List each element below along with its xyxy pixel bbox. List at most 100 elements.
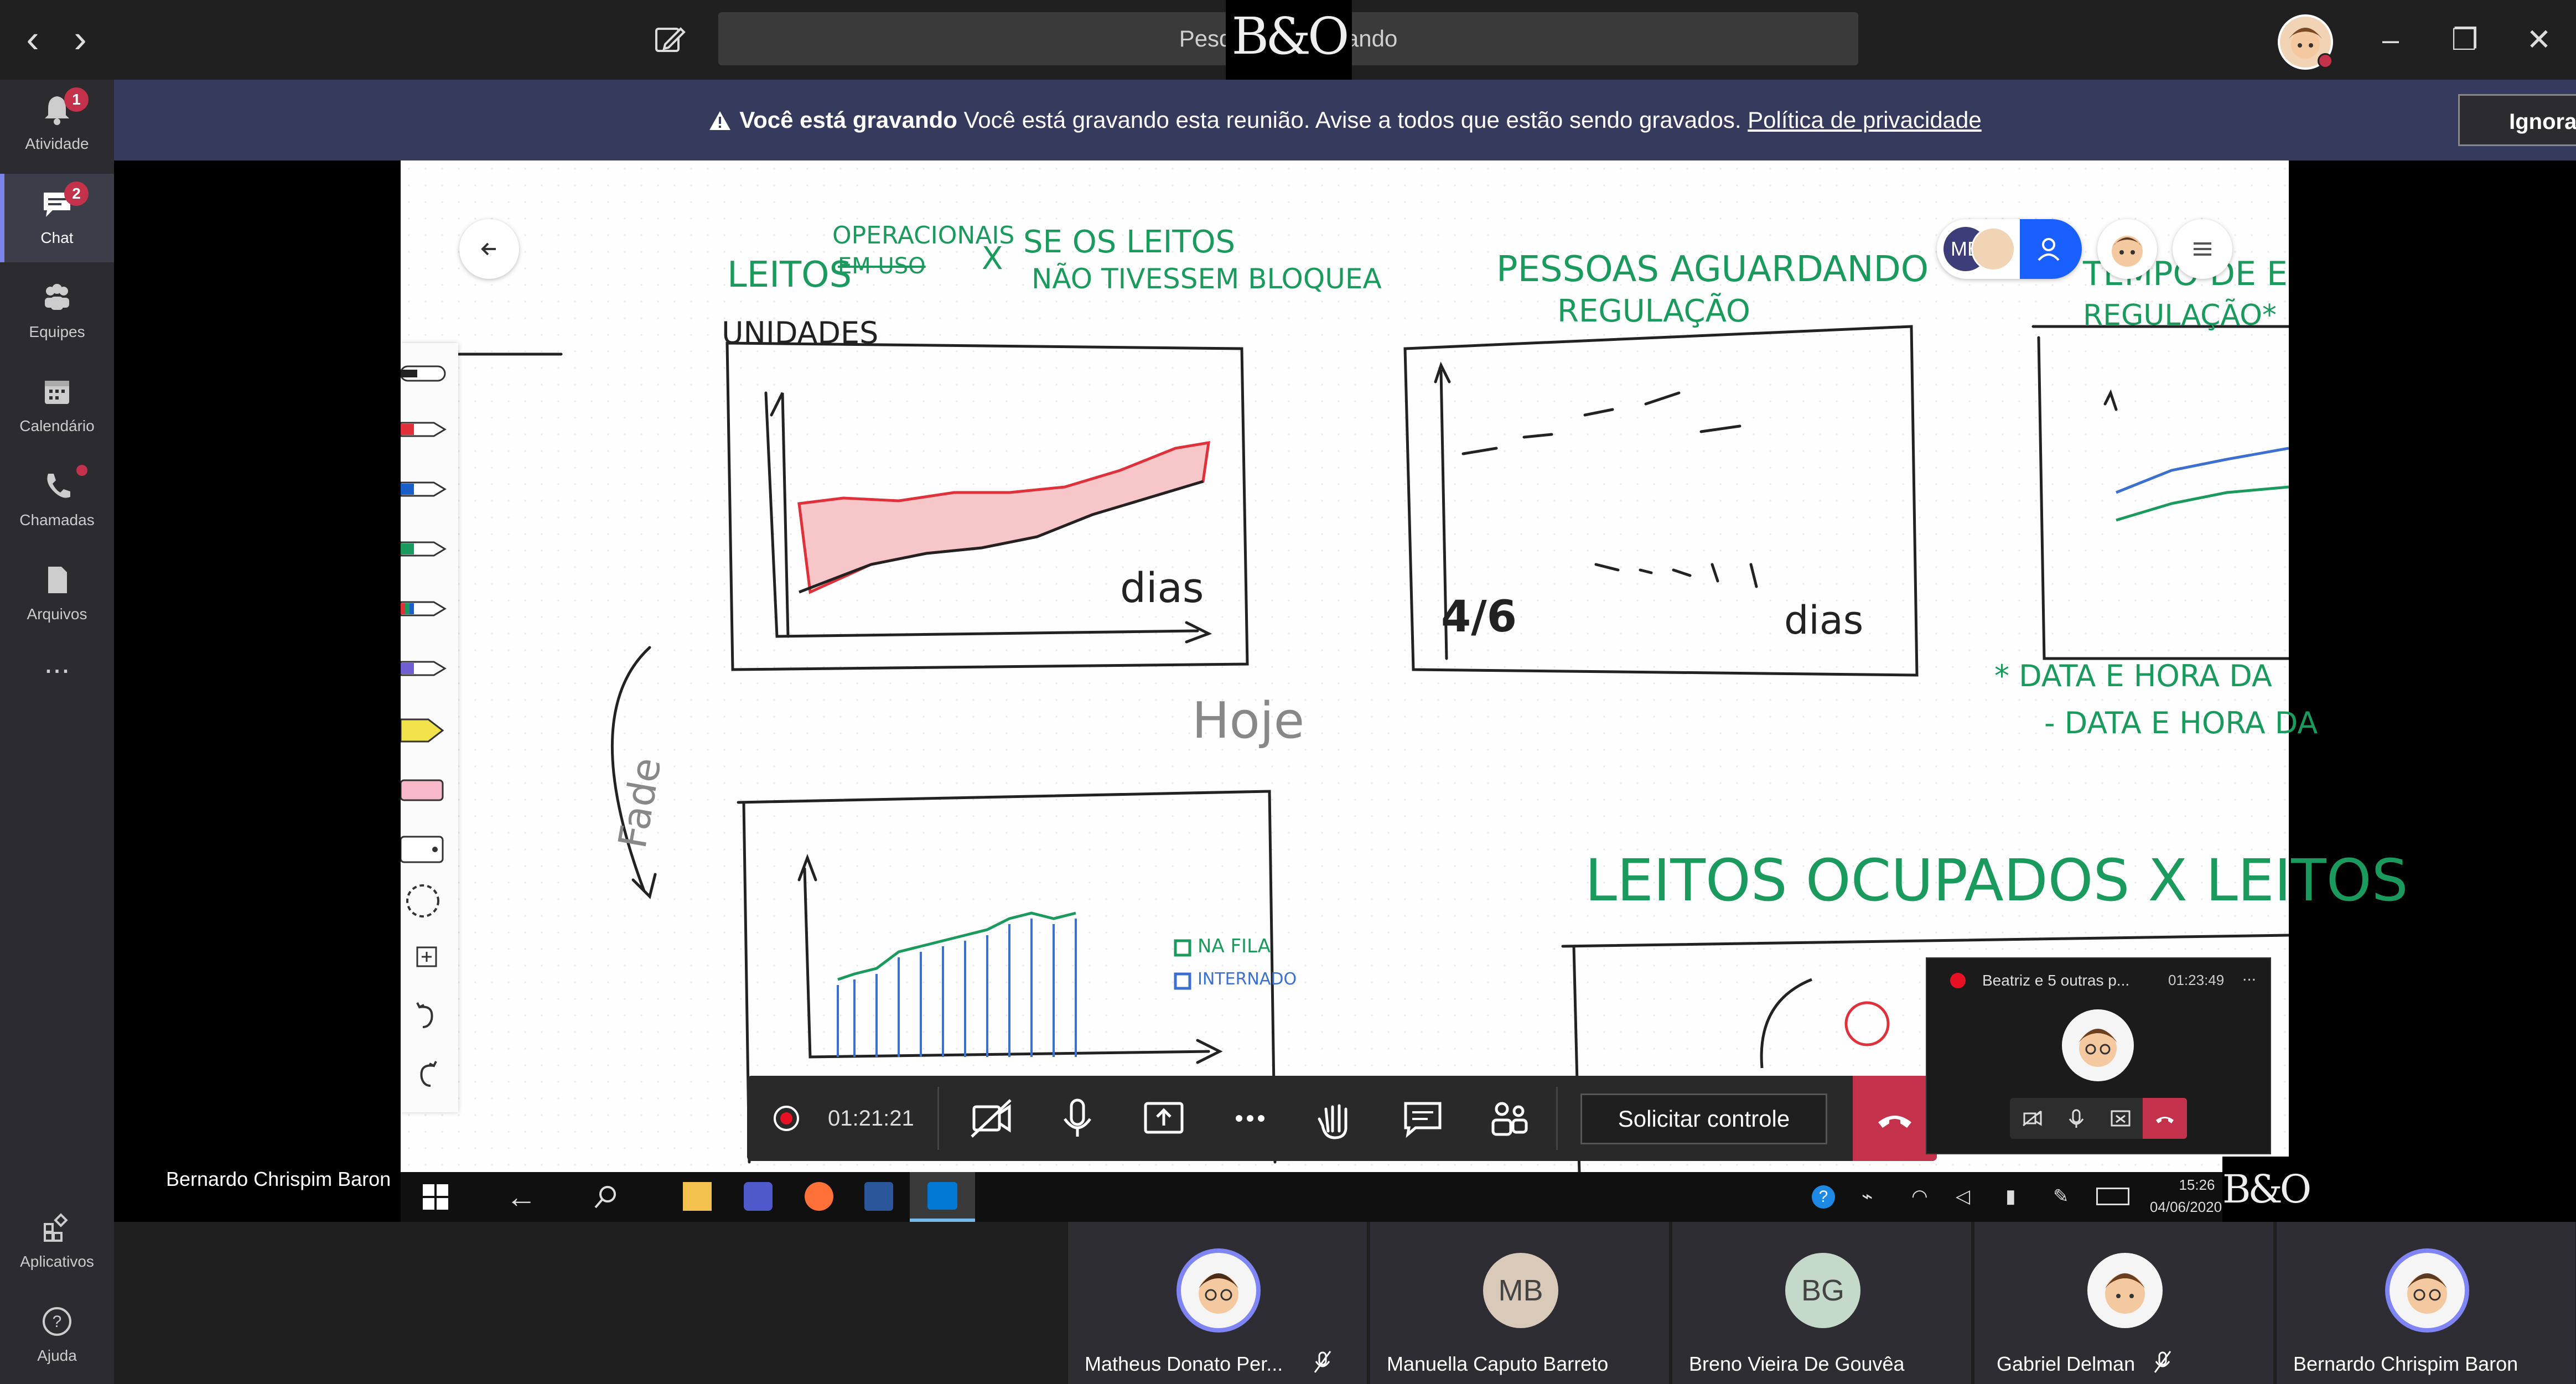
pen-purple-icon[interactable] xyxy=(400,661,447,676)
mini-stop-share-icon[interactable] xyxy=(2098,1098,2143,1139)
arrow-left-icon xyxy=(481,242,496,256)
eraser-icon[interactable] xyxy=(400,779,444,801)
highlighter-icon[interactable] xyxy=(400,718,444,743)
pen-red-icon[interactable] xyxy=(400,422,447,437)
privacy-policy-link[interactable]: Política de privacidade xyxy=(1748,107,1982,133)
whiteboard-app-icon xyxy=(927,1182,957,1210)
bo-corner-logo: B&O xyxy=(2222,1157,2311,1223)
ruler-icon[interactable] xyxy=(400,836,444,863)
more-actions-icon[interactable] xyxy=(1209,1076,1292,1161)
hang-up-icon xyxy=(1878,1116,1911,1128)
file-explorer-icon[interactable] xyxy=(683,1182,712,1211)
pen-blue-icon[interactable] xyxy=(400,481,447,497)
teams-taskbar-icon[interactable] xyxy=(744,1182,773,1211)
search-icon[interactable] xyxy=(592,1183,620,1211)
recording-banner: Você está gravando Você está gravando es… xyxy=(114,80,2576,160)
mini-call-more[interactable]: ... xyxy=(2242,966,2256,985)
calls-dot-icon xyxy=(76,465,87,476)
whiteboard-user-avatar[interactable] xyxy=(2097,219,2157,279)
share-screen-icon[interactable] xyxy=(1122,1076,1205,1161)
request-control-button[interactable]: Solicitar controle xyxy=(1580,1093,1827,1144)
whiteboard-taskbar-item[interactable] xyxy=(910,1172,975,1222)
sidebar-item-label: Chamadas xyxy=(19,511,95,528)
mic-muted-icon xyxy=(2154,1351,2171,1373)
participant-tile[interactable]: MB Manuella Caputo Barreto xyxy=(1370,1222,1669,1384)
participant-tile[interactable]: Gabriel Delman xyxy=(1974,1222,2273,1384)
sidebar-item-chat[interactable]: 2 Chat xyxy=(0,174,114,262)
collaborator-photo xyxy=(1971,227,2015,271)
note-nao-tivessem: NÃO TIVESSEM BLOQUEA xyxy=(1032,263,1382,295)
mini-hang-up-button[interactable] xyxy=(2143,1098,2187,1139)
conversation-icon[interactable] xyxy=(1381,1076,1464,1161)
call-timer: 01:21:21 xyxy=(828,1106,914,1131)
participant-name: Matheus Donato Per... xyxy=(1085,1352,1283,1375)
sidebar-item-more[interactable]: ... xyxy=(0,644,114,699)
user-avatar[interactable] xyxy=(2278,14,2333,70)
note-leitos-ocupados: LEITOS OCUPADOS X LEITOS xyxy=(1585,847,2408,914)
sidebar-item-calendario[interactable]: Calendário xyxy=(0,362,114,450)
whiteboard-collaborators[interactable]: MB xyxy=(1937,219,2082,279)
ignore-button[interactable]: Ignorar xyxy=(2458,94,2576,146)
whiteboard-back-button[interactable] xyxy=(459,219,519,279)
whiteboard-menu-button[interactable] xyxy=(2173,219,2232,279)
more-icon: ... xyxy=(44,645,70,680)
camera-off-icon[interactable] xyxy=(950,1076,1033,1161)
wifi-tray-icon[interactable]: ◠ xyxy=(1911,1185,1928,1207)
sidebar-item-ajuda[interactable]: ? Ajuda xyxy=(0,1292,114,1380)
files-icon xyxy=(48,567,67,593)
participant-tile[interactable]: Matheus Donato Per... xyxy=(1068,1222,1367,1384)
back-arrow-icon[interactable]: ‹ xyxy=(13,17,52,61)
pen-multicolor-icon[interactable] xyxy=(400,601,447,616)
note-dias-1: dias xyxy=(1120,564,1204,612)
mini-camera-off-icon[interactable] xyxy=(2010,1098,2054,1139)
sidebar-item-label: Ajuda xyxy=(37,1347,77,1364)
participants-icon[interactable] xyxy=(1468,1076,1551,1161)
lasso-icon[interactable] xyxy=(406,884,439,918)
restore-icon[interactable]: ❐ xyxy=(2443,20,2487,60)
recording-bold: Você está gravando xyxy=(739,107,957,133)
sidebar-item-chamadas[interactable]: Chamadas xyxy=(0,456,114,545)
mini-call-window[interactable]: Beatriz e 5 outras p... 01:23:49 ... xyxy=(1926,957,2271,1154)
compose-icon[interactable] xyxy=(652,22,687,58)
sidebar-item-atividade[interactable]: 1 Atividade xyxy=(0,80,114,168)
redo-icon[interactable] xyxy=(420,1061,437,1087)
participant-tile[interactable]: BG Breno Vieira De Gouvêa xyxy=(1672,1222,1971,1384)
sharer-name: Bernardo Chrispim Baron xyxy=(166,1168,391,1190)
windows-start-icon[interactable] xyxy=(421,1182,450,1212)
note-date: 4/6 xyxy=(1441,592,1517,642)
note-leitos: LEITOS xyxy=(727,255,852,296)
network-tray-icon[interactable]: ⌁ xyxy=(1862,1185,1873,1207)
pen-tray-icon[interactable]: ✎ xyxy=(2053,1185,2069,1207)
participant-avatar xyxy=(2390,1253,2465,1328)
mini-microphone-icon[interactable] xyxy=(2054,1098,2098,1139)
hang-up-button[interactable] xyxy=(1853,1076,1937,1161)
back-arrow-icon[interactable]: ← xyxy=(506,1179,537,1215)
legend-internado: INTERNADO xyxy=(1198,970,1297,989)
recording-indicator-icon xyxy=(774,1106,799,1131)
sidebar-item-arquivos[interactable]: Arquivos xyxy=(0,550,114,639)
sidebar-item-label: Equipes xyxy=(29,323,85,340)
add-icon[interactable] xyxy=(416,946,437,967)
taskbar-date[interactable]: 04/06/2020 xyxy=(2136,1199,2236,1216)
keyboard-tray-icon[interactable] xyxy=(2096,1188,2129,1205)
word-icon[interactable] xyxy=(864,1182,893,1211)
forward-arrow-icon[interactable]: › xyxy=(61,17,100,61)
pen-black-icon[interactable] xyxy=(400,365,446,382)
microphone-icon[interactable] xyxy=(1036,1076,1119,1161)
undo-icon[interactable] xyxy=(416,1002,433,1028)
activity-badge: 1 xyxy=(64,87,89,112)
close-icon[interactable]: ✕ xyxy=(2517,20,2561,60)
firefox-icon[interactable] xyxy=(805,1182,833,1211)
raise-hand-icon[interactable] xyxy=(1295,1076,1378,1161)
volume-tray-icon[interactable]: ◁ xyxy=(1956,1185,1970,1207)
pen-green-icon[interactable] xyxy=(400,541,447,557)
participant-tile[interactable]: Bernardo Chrispim Baron xyxy=(2277,1222,2575,1384)
sidebar-item-equipes[interactable]: Equipes xyxy=(0,268,114,356)
minimize-icon[interactable]: – xyxy=(2368,20,2413,60)
sidebar-item-aplicativos[interactable]: Aplicativos xyxy=(0,1198,114,1286)
share-person-button[interactable] xyxy=(2020,219,2082,279)
participant-avatar xyxy=(1181,1253,1256,1328)
mic-tray-icon[interactable]: ▮ xyxy=(2005,1185,2016,1207)
recording-text: Você está gravando esta reunião. Avise a… xyxy=(957,107,1748,133)
help-tray-icon[interactable]: ? xyxy=(1812,1185,1835,1209)
